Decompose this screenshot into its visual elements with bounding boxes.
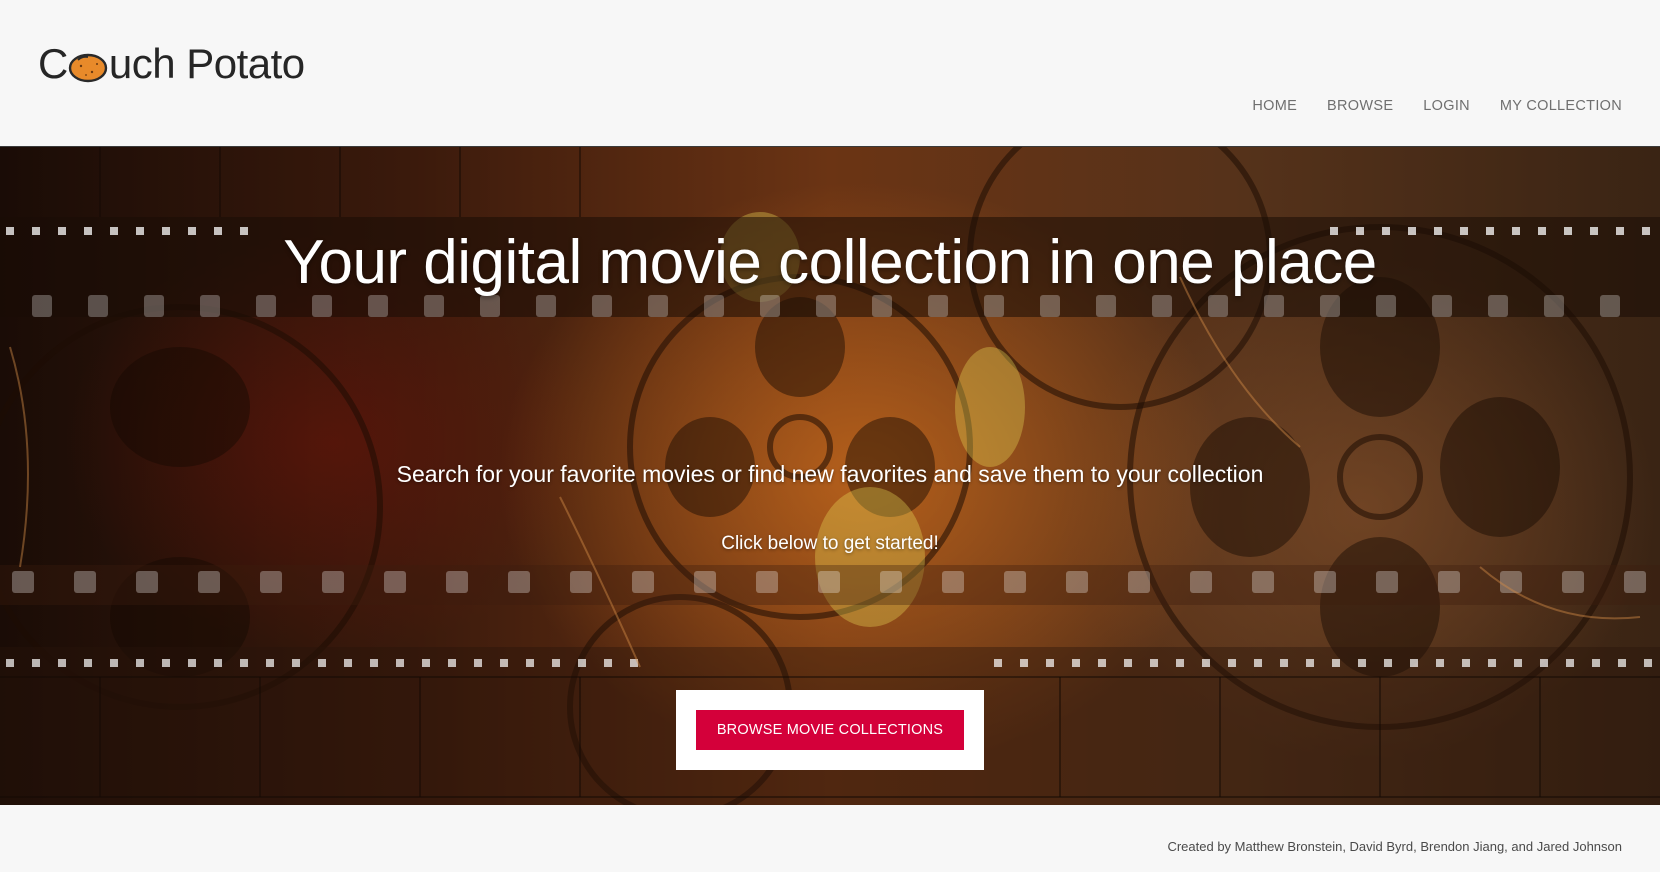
nav-login-link[interactable]: LOGIN	[1423, 98, 1470, 114]
site-logo[interactable]: C uch Potato	[38, 38, 305, 90]
nav-home-link[interactable]: HOME	[1252, 98, 1297, 114]
hero-section: Your digital movie collection in one pla…	[0, 147, 1660, 805]
logo-text-prefix: C	[38, 40, 68, 87]
main-nav: HOME BROWSE LOGIN MY COLLECTION	[1252, 98, 1622, 114]
hero-subtitle: Search for your favorite movies or find …	[396, 461, 1264, 487]
logo-text-suffix: uch Potato	[108, 40, 305, 87]
potato-icon	[68, 53, 108, 83]
hero-cta-text: Click below to get started!	[721, 533, 939, 554]
site-footer: Created by Matthew Bronstein, David Byrd…	[0, 805, 1660, 872]
cta-container: BROWSE MOVIE COLLECTIONS	[676, 690, 984, 770]
browse-movie-collections-button[interactable]: BROWSE MOVIE COLLECTIONS	[696, 710, 964, 750]
site-header: C uch Potato HOME BROWSE LOGIN MY COLLEC…	[0, 0, 1660, 147]
nav-browse-link[interactable]: BROWSE	[1327, 98, 1393, 114]
nav-my-collection-link[interactable]: MY COLLECTION	[1500, 98, 1622, 114]
footer-credits: Created by Matthew Bronstein, David Byrd…	[1167, 839, 1622, 854]
hero-title: Your digital movie collection in one pla…	[283, 228, 1377, 297]
